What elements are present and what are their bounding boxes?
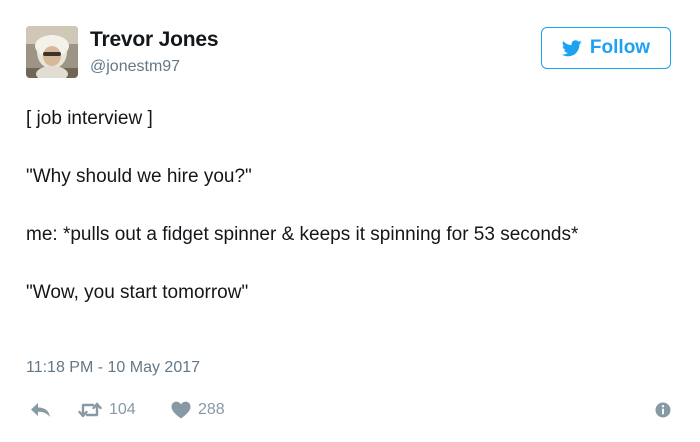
user-handle[interactable]: @jonestm97 (90, 58, 180, 76)
tweet-text: [ job interview ] "Why should we hire yo… (26, 104, 666, 307)
retweet-button[interactable]: 104 (78, 398, 136, 422)
tweet-line: [ job interview ] (26, 108, 153, 129)
twitter-bird-icon (561, 39, 582, 57)
info-icon (654, 401, 672, 419)
tweet-timestamp[interactable]: 11:18 PM - 10 May 2017 (26, 359, 200, 377)
reply-icon (30, 401, 52, 419)
reply-button[interactable] (30, 398, 52, 422)
heart-icon (171, 401, 191, 419)
follow-button[interactable]: Follow (541, 27, 671, 69)
tweet-card: Trevor Jones @jonestm97 Follow [ job int… (0, 0, 700, 442)
like-count: 288 (198, 401, 225, 418)
tweet-actions: 104 288 (26, 398, 676, 422)
retweet-count: 104 (109, 401, 136, 418)
like-button[interactable]: 288 (171, 398, 225, 422)
tweet-line: "Why should we hire you?" (26, 166, 252, 187)
avatar[interactable] (26, 26, 78, 78)
display-name[interactable]: Trevor Jones (90, 28, 219, 52)
tweet-line: me: *pulls out a fidget spinner & keeps … (26, 224, 579, 245)
avatar-image (26, 26, 78, 78)
tweet-line: "Wow, you start tomorrow" (26, 282, 249, 303)
info-button[interactable] (654, 398, 672, 422)
retweet-icon (78, 401, 102, 419)
follow-label: Follow (589, 37, 651, 58)
